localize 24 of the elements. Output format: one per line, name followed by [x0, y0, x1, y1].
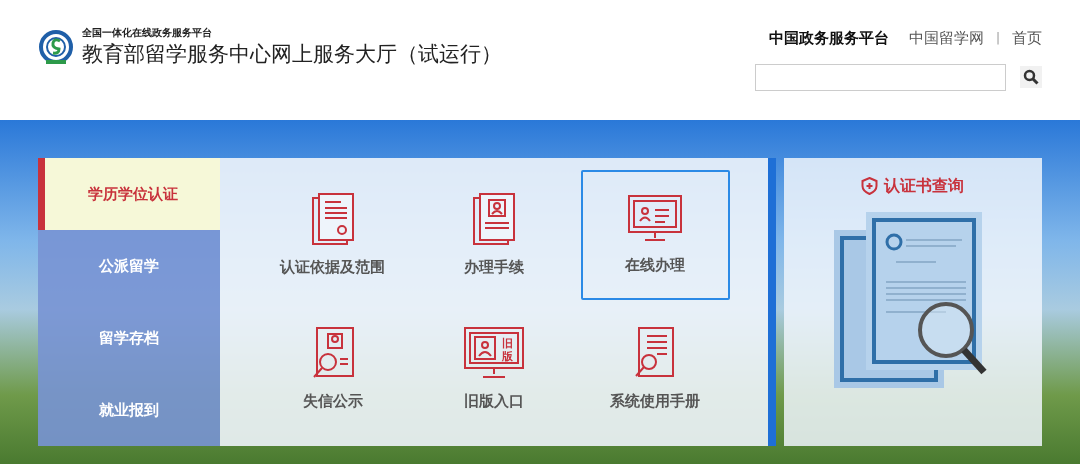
- service-tile[interactable]: 办理手续: [419, 170, 569, 300]
- service-tile[interactable]: 失信公示: [258, 304, 408, 434]
- service-tile[interactable]: 在线办理: [580, 170, 730, 300]
- sidebar-tab[interactable]: 就业报到: [38, 374, 221, 446]
- platform-subtitle: 全国一体化在线政务服务平台: [82, 26, 213, 40]
- search-icon: [1023, 69, 1039, 85]
- profile-document-icon: [471, 191, 516, 246]
- header-link[interactable]: 首页: [1012, 27, 1042, 50]
- logo-icon: [38, 30, 74, 66]
- service-tile[interactable]: 系统使用手册: [580, 304, 730, 434]
- monitor-icon: [627, 193, 684, 244]
- search-field[interactable]: [755, 63, 1006, 91]
- panel-title: 认证书查询: [884, 175, 965, 197]
- document-icon: [310, 191, 355, 246]
- sidebar-tab[interactable]: 学历学位认证: [38, 158, 221, 230]
- search-button[interactable]: [1020, 66, 1042, 88]
- link-separator: |: [995, 30, 1000, 48]
- service-tile[interactable]: 旧版 旧版入口: [419, 304, 569, 434]
- header-link[interactable]: 中国政务服务平台: [768, 27, 889, 50]
- shield-plus-icon: [861, 177, 879, 195]
- service-tile[interactable]: 认证依据及范围: [258, 170, 408, 300]
- magnifier-profile-icon: [310, 325, 355, 380]
- header-link[interactable]: 中国留学网: [908, 27, 984, 50]
- site-title: 教育部留学服务中心网上服务大厅（试运行）: [82, 41, 502, 68]
